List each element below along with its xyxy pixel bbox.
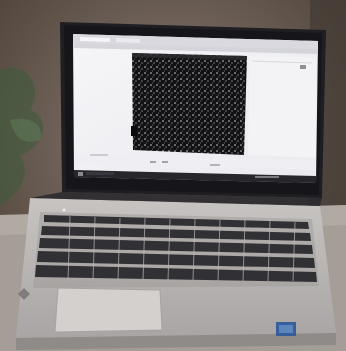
- page-text-line: [90, 154, 108, 156]
- trackpad-icon: [54, 287, 163, 333]
- taskbar-tray: [255, 176, 279, 178]
- laptop-photo: [0, 0, 346, 351]
- power-indicator: [62, 208, 66, 212]
- photo-scene: [0, 0, 346, 351]
- taskbar-search: [86, 172, 114, 175]
- browser-window-icon: [300, 65, 306, 69]
- page-text-line: [150, 161, 156, 163]
- taskbar-start-icon: [78, 172, 83, 176]
- dark-image-panel: [132, 53, 247, 155]
- thumbnail-icon: [131, 126, 137, 136]
- sticker-inner: [279, 325, 293, 333]
- page-text-line: [162, 161, 168, 163]
- right-content-area: [248, 56, 316, 158]
- page-text-line: [210, 164, 220, 166]
